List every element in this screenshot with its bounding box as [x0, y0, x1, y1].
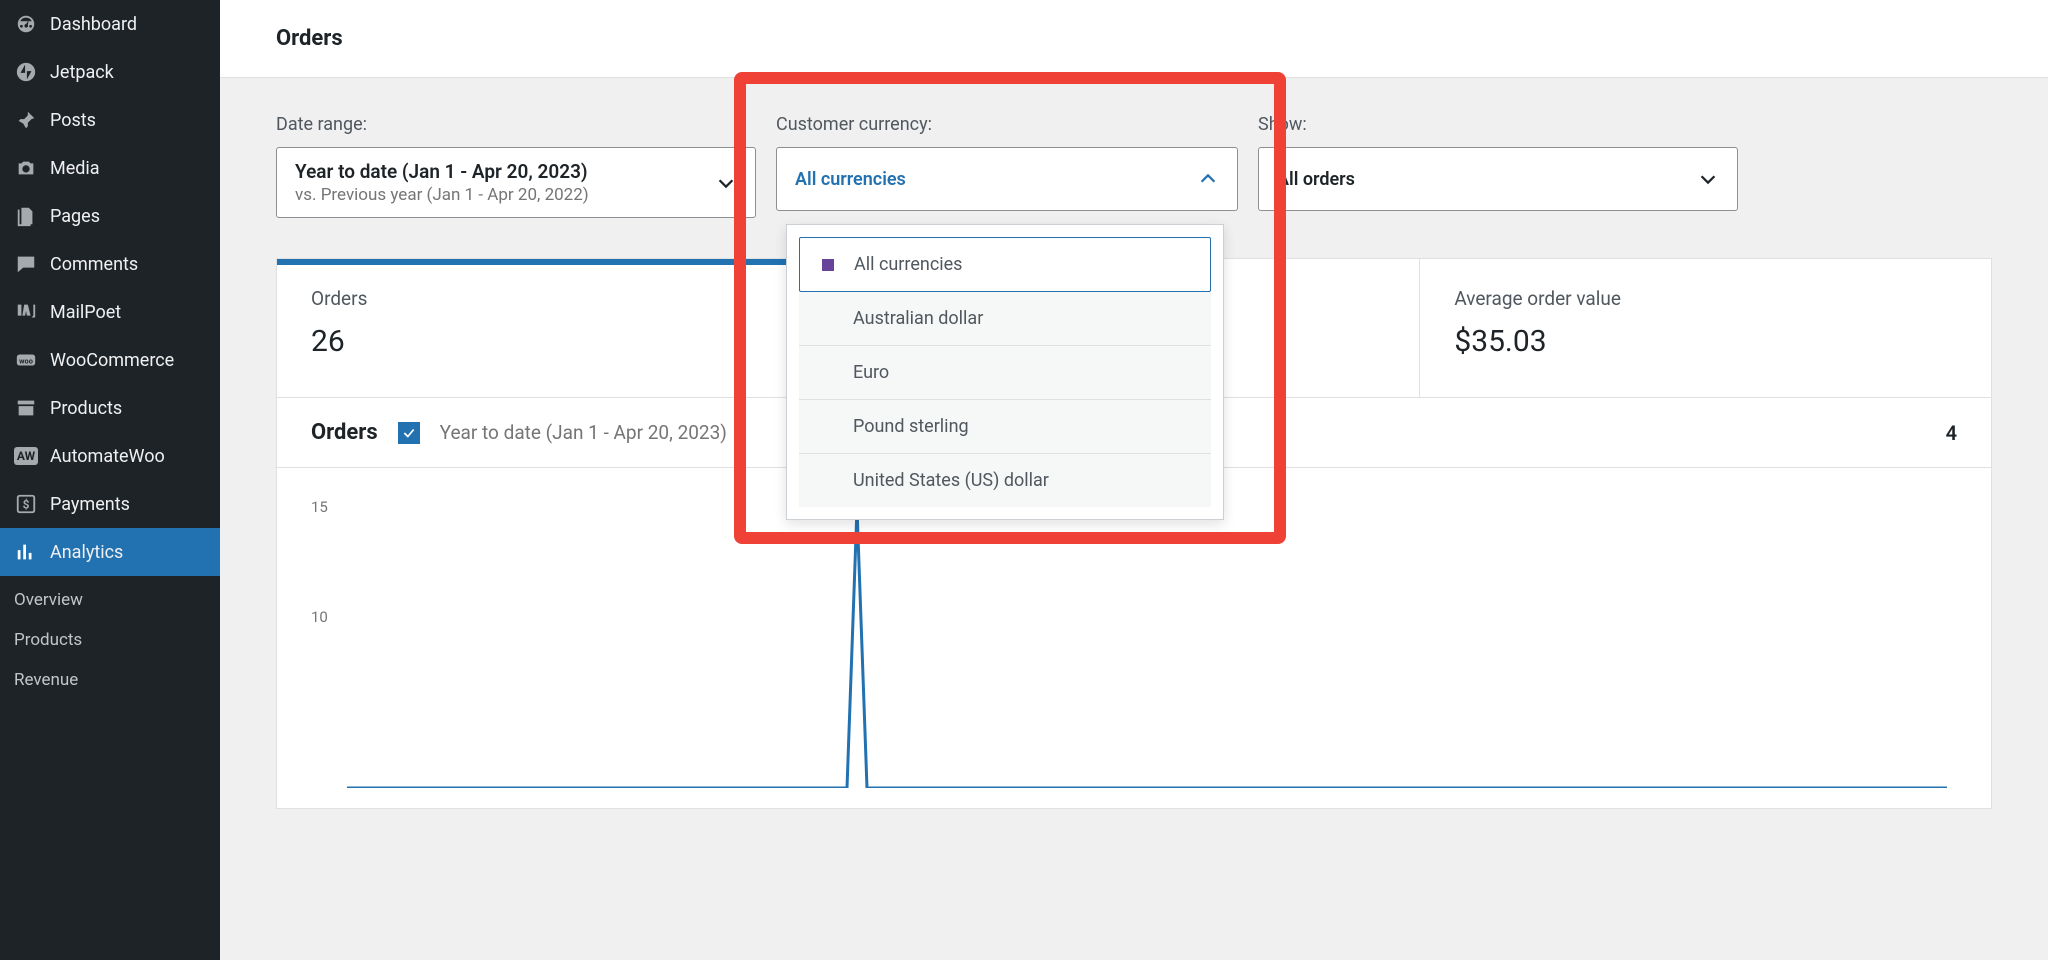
sidebar-item-payments[interactable]: $ Payments [0, 480, 220, 528]
sidebar-item-posts[interactable]: Posts [0, 96, 220, 144]
filter-bar: Date range: Year to date (Jan 1 - Apr 20… [220, 78, 2048, 258]
sidebar-item-label: Jetpack [50, 62, 114, 83]
chevron-up-icon [1197, 168, 1219, 190]
sidebar-item-automatewoo[interactable]: AW AutomateWoo [0, 432, 220, 480]
sidebar-item-label: Products [50, 398, 122, 419]
option-label: All currencies [854, 254, 962, 275]
sidebar-item-media[interactable]: Media [0, 144, 220, 192]
sidebar-item-pages[interactable]: Pages [0, 192, 220, 240]
analytics-submenu: Overview Products Revenue [0, 576, 220, 708]
sidebar-item-label: Pages [50, 206, 100, 227]
chevron-down-icon [715, 172, 737, 194]
pages-icon [14, 204, 38, 228]
sidebar-item-label: MailPoet [50, 302, 121, 323]
sidebar-item-analytics[interactable]: Analytics [0, 528, 220, 576]
currency-select[interactable]: All currencies [776, 147, 1238, 211]
stat-tab-orders[interactable]: Orders 26 [277, 259, 849, 397]
sidebar-item-label: Dashboard [50, 14, 137, 35]
option-label: United States (US) dollar [853, 470, 1049, 491]
y-tick: 15 [311, 498, 328, 516]
chart-title: Orders [311, 420, 378, 445]
show-value: All orders [1277, 169, 1355, 190]
currency-value: All currencies [795, 169, 906, 190]
sidebar-item-label: Payments [50, 494, 130, 515]
dollar-box-icon: $ [14, 492, 38, 516]
filter-label: Customer currency: [776, 114, 1238, 135]
svg-text:$: $ [23, 498, 30, 512]
stat-label: Average order value [1454, 287, 1957, 310]
admin-sidebar: Dashboard Jetpack Posts Media Pages Comm… [0, 0, 220, 960]
main-content: Orders Date range: Year to date (Jan 1 -… [220, 0, 2048, 960]
filter-date-range: Date range: Year to date (Jan 1 - Apr 20… [276, 114, 756, 218]
sidebar-item-woocommerce[interactable]: woo WooCommerce [0, 336, 220, 384]
chart-line [347, 478, 1947, 788]
currency-option-aud[interactable]: Australian dollar [799, 292, 1211, 346]
sidebar-item-label: Posts [50, 110, 96, 131]
sidebar-item-label: Analytics [50, 542, 123, 563]
legend-label: Year to date (Jan 1 - Apr 20, 2023) [440, 421, 727, 444]
secondary-trailing-value: 4 [1946, 421, 1957, 445]
y-tick: 10 [311, 608, 328, 626]
sidebar-item-jetpack[interactable]: Jetpack [0, 48, 220, 96]
sidebar-item-label: Comments [50, 254, 138, 275]
date-range-secondary: vs. Previous year (Jan 1 - Apr 20, 2022) [295, 185, 589, 205]
sub-item-revenue[interactable]: Revenue [0, 660, 220, 700]
pin-icon [14, 108, 38, 132]
stat-tab-avg-order-value[interactable]: Average order value $35.03 [1420, 259, 1991, 397]
sidebar-item-dashboard[interactable]: Dashboard [0, 0, 220, 48]
option-label: Australian dollar [853, 308, 983, 329]
comment-icon [14, 252, 38, 276]
stat-value: 26 [311, 324, 814, 359]
filter-label: Date range: [276, 114, 756, 135]
currency-option-eur[interactable]: Euro [799, 346, 1211, 400]
option-label: Pound sterling [853, 416, 969, 437]
stat-label: Orders [311, 287, 814, 310]
selected-marker-icon [822, 259, 834, 271]
currency-option-usd[interactable]: United States (US) dollar [799, 454, 1211, 507]
option-label: Euro [853, 362, 889, 383]
aw-badge-icon: AW [14, 444, 38, 468]
sub-item-overview[interactable]: Overview [0, 580, 220, 620]
filter-currency: Customer currency: All currencies All cu… [776, 114, 1238, 218]
chevron-down-icon [1697, 168, 1719, 190]
currency-option-all[interactable]: All currencies [799, 237, 1211, 292]
bar-chart-icon [14, 540, 38, 564]
svg-text:woo: woo [19, 357, 33, 366]
page-title: Orders [220, 0, 2048, 78]
gauge-icon [14, 12, 38, 36]
currency-option-gbp[interactable]: Pound sterling [799, 400, 1211, 454]
show-select[interactable]: All orders [1258, 147, 1738, 211]
sidebar-item-label: AutomateWoo [50, 446, 165, 467]
filter-show: Show: All orders [1258, 114, 1738, 218]
sidebar-item-products[interactable]: Products [0, 384, 220, 432]
legend-checkbox[interactable] [398, 422, 420, 444]
sidebar-item-mailpoet[interactable]: MailPoet [0, 288, 220, 336]
stat-value: $35.03 [1454, 324, 1957, 359]
mailpoet-icon [14, 300, 38, 324]
sidebar-item-label: Media [50, 158, 100, 179]
archive-icon [14, 396, 38, 420]
sidebar-item-comments[interactable]: Comments [0, 240, 220, 288]
woo-icon: woo [14, 348, 38, 372]
filter-label: Show: [1258, 114, 1738, 135]
camera-icon [14, 156, 38, 180]
sidebar-item-label: WooCommerce [50, 350, 174, 371]
bolt-circle-icon [14, 60, 38, 84]
date-range-select[interactable]: Year to date (Jan 1 - Apr 20, 2023) vs. … [276, 147, 756, 218]
sub-item-products[interactable]: Products [0, 620, 220, 660]
date-range-primary: Year to date (Jan 1 - Apr 20, 2023) [295, 160, 589, 183]
currency-dropdown: All currencies Australian dollar Euro Po… [786, 224, 1224, 520]
